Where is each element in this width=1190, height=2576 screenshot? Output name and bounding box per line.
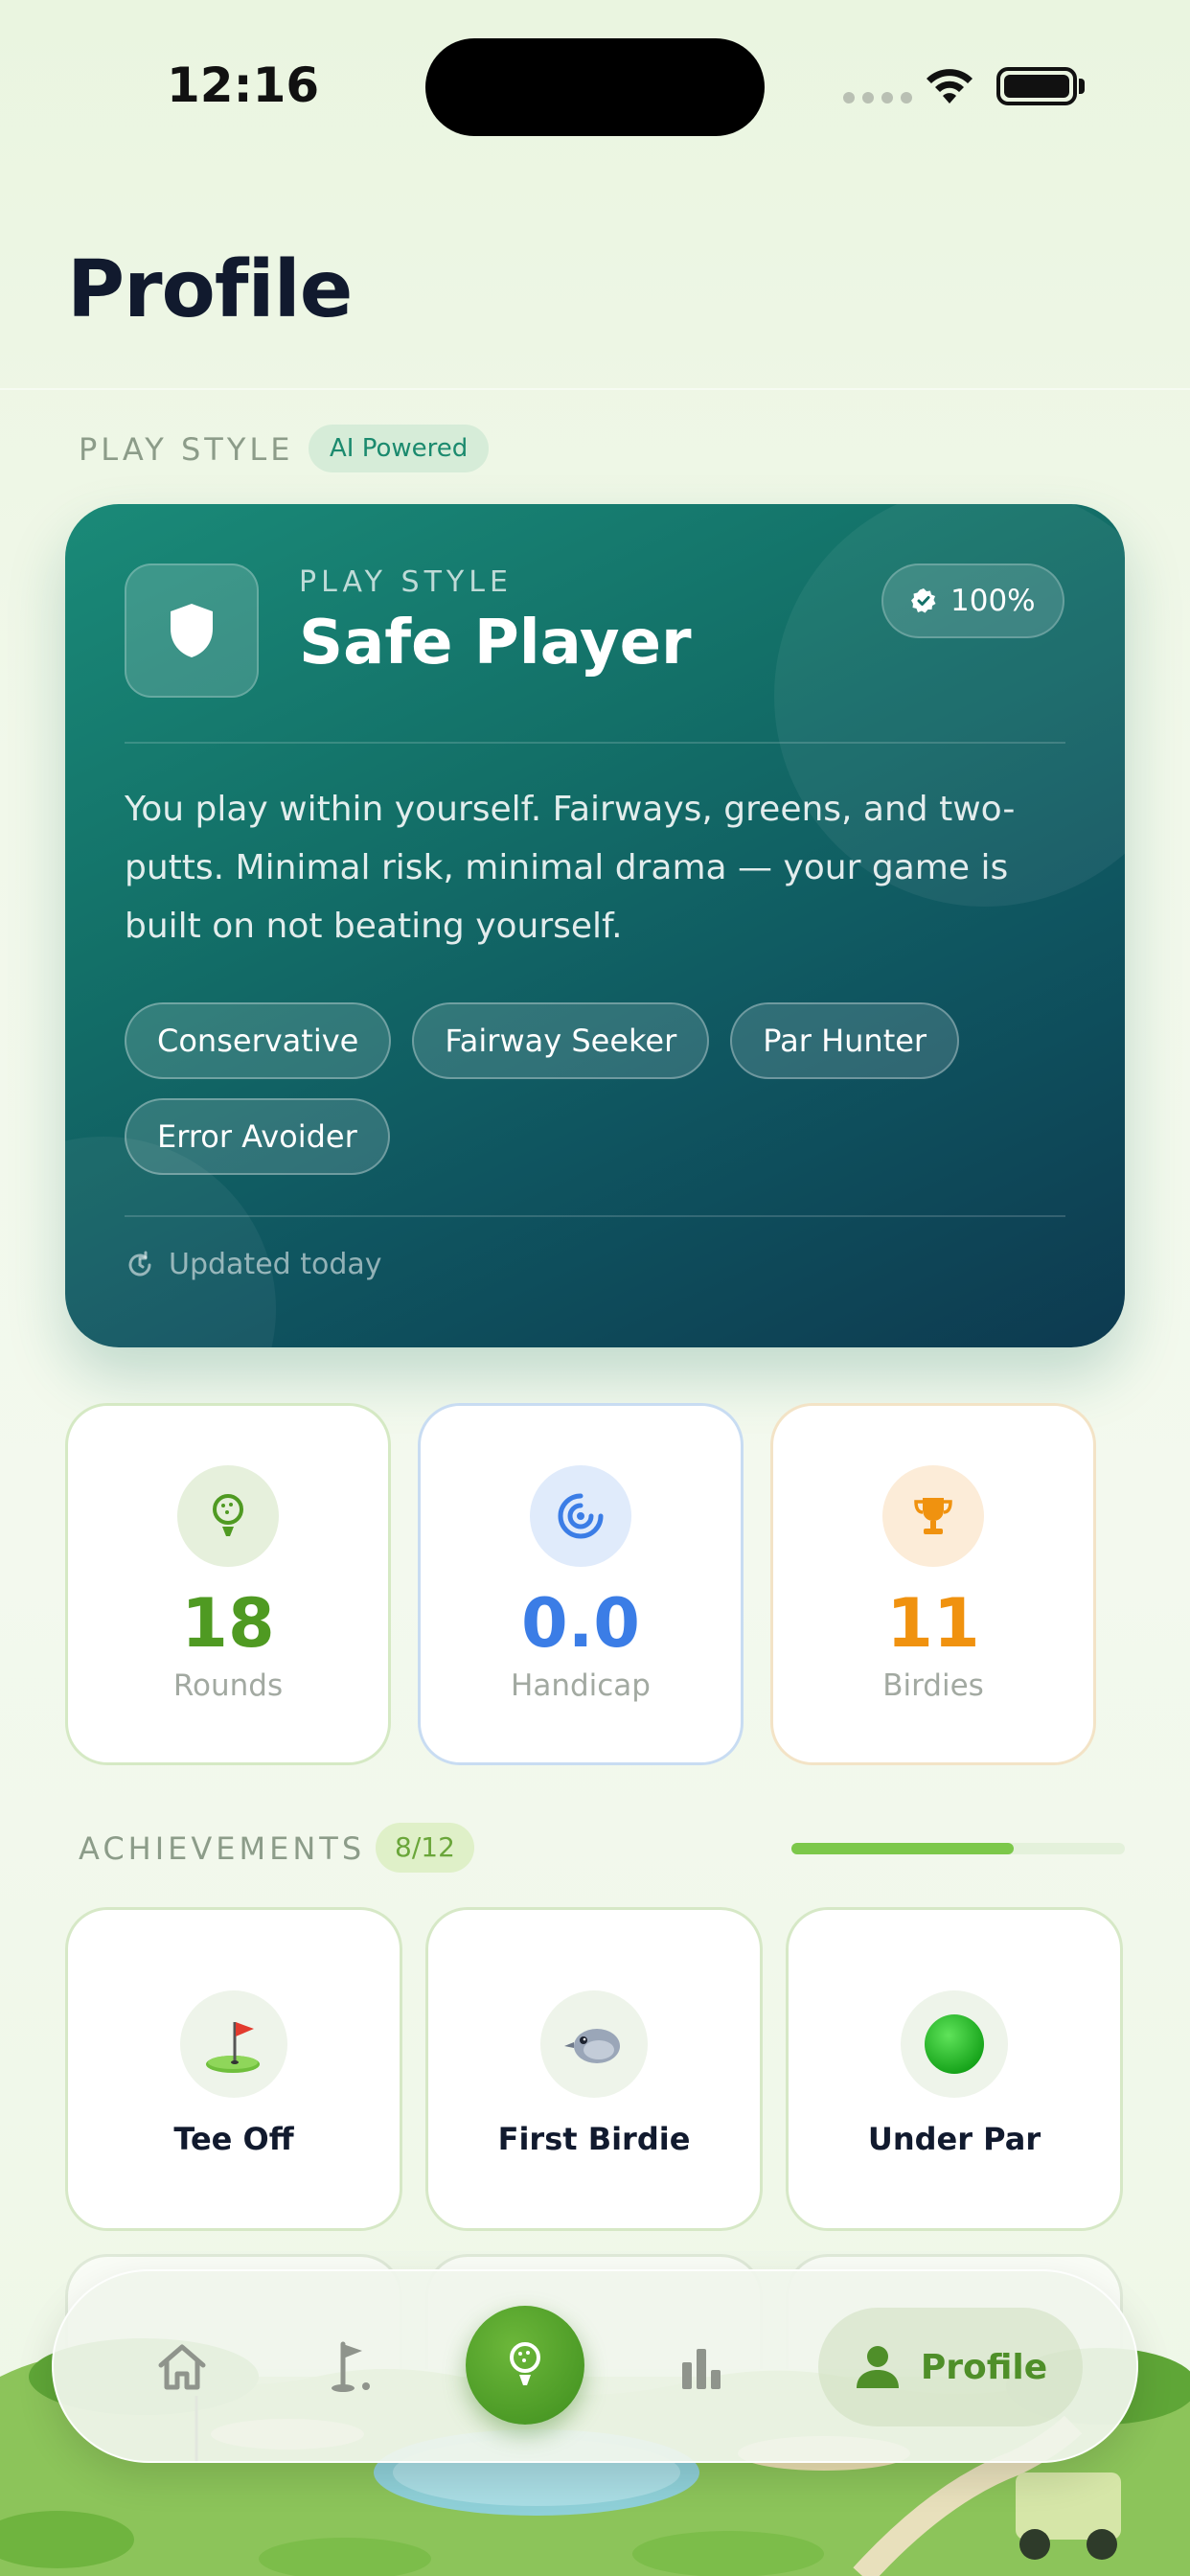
tab-profile[interactable]: Profile [818, 2308, 1083, 2426]
flag-on-green-icon [180, 1990, 287, 2098]
battery-icon [996, 67, 1077, 105]
achievements-section-label: ACHIEVEMENTS [79, 1830, 366, 1867]
stat-label-handicap: Handicap [511, 1668, 651, 1703]
golf-ball-icon [510, 2342, 540, 2385]
play-style-description: You play within yourself. Fairways, gree… [125, 790, 1016, 946]
tab-home[interactable] [144, 2329, 220, 2405]
page-title: Profile [67, 244, 353, 335]
battery-cap [1079, 79, 1085, 94]
play-style-section-label: PLAY STYLE [79, 431, 294, 468]
ai-powered-badge: AI Powered [309, 425, 490, 472]
updated-status: Updated today [125, 1248, 382, 1281]
bar-chart-icon [682, 2349, 721, 2389]
tab-profile-label: Profile [920, 2347, 1048, 2387]
bird-icon [540, 1990, 648, 2098]
shield-icon [125, 564, 259, 698]
dynamic-island [425, 38, 765, 136]
tag-error-avoider[interactable]: Error Avoider [125, 1098, 390, 1175]
wifi-icon [927, 69, 973, 104]
card-divider [125, 1215, 1065, 1217]
green-circle-icon [901, 1990, 1008, 2098]
updated-label: Updated today [169, 1248, 382, 1281]
stat-card-rounds[interactable]: 18 Rounds [65, 1403, 391, 1765]
header-divider [0, 388, 1190, 390]
tab-course[interactable] [312, 2329, 389, 2405]
tab-stats[interactable] [663, 2329, 740, 2405]
confidence-value: 100% [950, 584, 1036, 618]
play-style-tags: Conservative Fairway Seeker Par Hunter E… [125, 1002, 1083, 1175]
confidence-badge: 100% [881, 564, 1064, 638]
tag-conservative[interactable]: Conservative [125, 1002, 392, 1079]
target-icon [530, 1465, 631, 1567]
play-style-eyebrow: PLAY STYLE [299, 565, 513, 599]
achievements-progress-bar [791, 1843, 1125, 1854]
person-icon [856, 2346, 899, 2388]
card-divider [125, 742, 1065, 744]
achievement-label: First Birdie [497, 2121, 691, 2157]
achievements-progress-fill [791, 1843, 1015, 1854]
stat-value-rounds: 18 [181, 1584, 275, 1663]
trophy-icon [882, 1465, 984, 1567]
achievement-under-par[interactable]: Under Par [786, 1907, 1123, 2231]
tag-fairway-seeker[interactable]: Fairway Seeker [412, 1002, 710, 1079]
achievements-count-badge: 8/12 [376, 1823, 474, 1873]
stat-label-rounds: Rounds [172, 1668, 284, 1703]
stat-card-handicap[interactable]: 0.0 Handicap [418, 1403, 744, 1765]
stat-value-handicap: 0.0 [520, 1584, 640, 1663]
play-style-name: Safe Player [299, 608, 692, 678]
golf-flag-icon [332, 2341, 370, 2392]
achievement-tee-off[interactable]: Tee Off [65, 1907, 402, 2231]
golf-ball-icon [177, 1465, 279, 1567]
stat-value-birdies: 11 [886, 1584, 980, 1663]
refresh-clock-icon [128, 1251, 151, 1276]
status-bar: 12:16 [0, 0, 1190, 172]
achievement-label: Tee Off [173, 2121, 294, 2157]
stat-card-birdies[interactable]: 11 Birdies [770, 1403, 1096, 1765]
verified-check-icon [911, 588, 936, 613]
tab-play[interactable] [466, 2306, 584, 2425]
play-style-card[interactable]: PLAY STYLE Safe Player 100% You play wit… [65, 504, 1125, 1347]
achievement-label: Under Par [867, 2121, 1041, 2157]
status-time: 12:16 [167, 58, 320, 113]
cellular-signal-icon [843, 92, 912, 104]
bottom-tab-bar: Profile [52, 2269, 1138, 2463]
achievement-first-birdie[interactable]: First Birdie [425, 1907, 763, 2231]
stat-label-birdies: Birdies [882, 1668, 984, 1703]
home-icon [158, 2344, 206, 2390]
tag-par-hunter[interactable]: Par Hunter [730, 1002, 960, 1079]
